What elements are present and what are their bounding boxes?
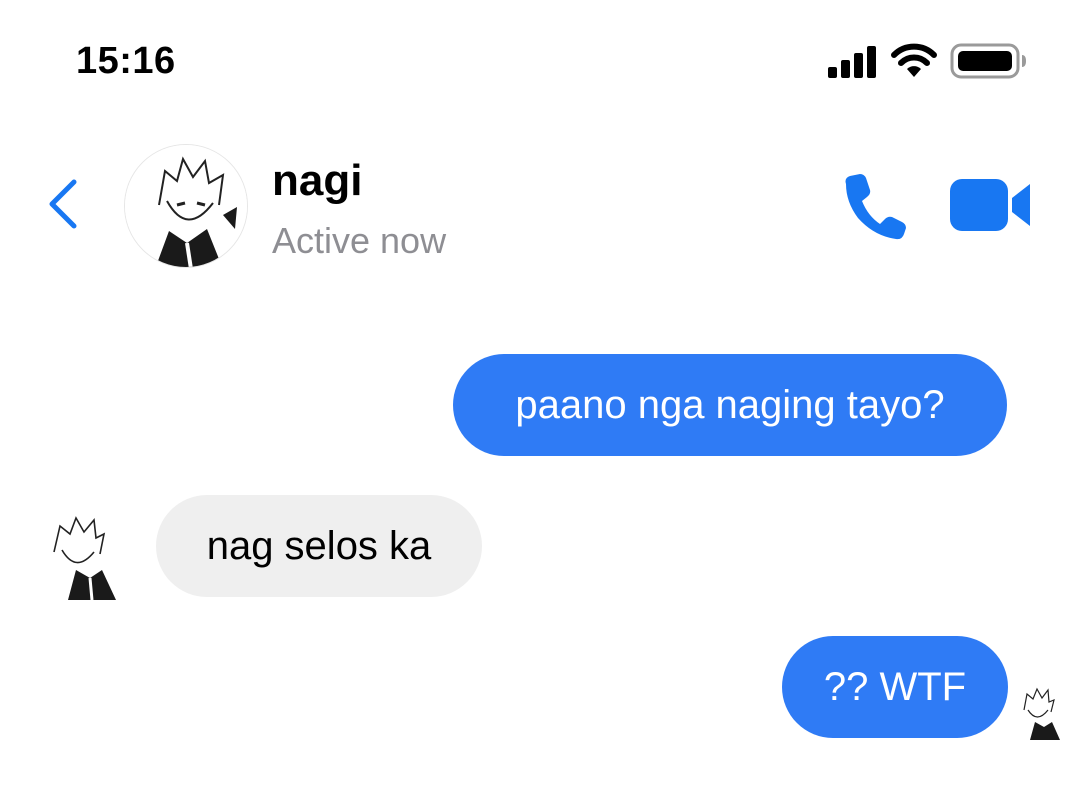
sender-avatar[interactable] <box>46 512 122 601</box>
call-button[interactable] <box>836 172 908 240</box>
contact-avatar[interactable] <box>124 144 248 268</box>
outgoing-message[interactable]: paano nga naging tayo? <box>453 354 1007 456</box>
avatar-illustration <box>125 145 247 267</box>
contact-name[interactable]: nagi <box>272 156 362 206</box>
status-time: 15:16 <box>76 40 176 82</box>
contact-status: Active now <box>272 220 447 261</box>
chevron-left-icon <box>49 179 77 229</box>
phone-icon <box>845 174 906 240</box>
avatar-illustration-small <box>46 512 122 601</box>
incoming-message[interactable]: nag selos ka <box>156 495 482 597</box>
avatar-illustration-tiny <box>1018 686 1062 740</box>
cellular-signal-icon <box>828 46 876 78</box>
outgoing-message[interactable]: ?? WTF <box>782 636 1008 738</box>
video-camera-icon <box>950 179 1030 231</box>
seen-receipt-avatar <box>1018 686 1062 740</box>
battery-icon <box>950 43 1026 79</box>
wifi-icon <box>891 43 937 77</box>
video-call-button[interactable] <box>948 176 1034 234</box>
status-icons <box>826 42 1030 82</box>
chat-screen: 15:16 nagi Active now paano nga naging t… <box>0 0 1080 786</box>
back-button[interactable] <box>40 170 88 238</box>
